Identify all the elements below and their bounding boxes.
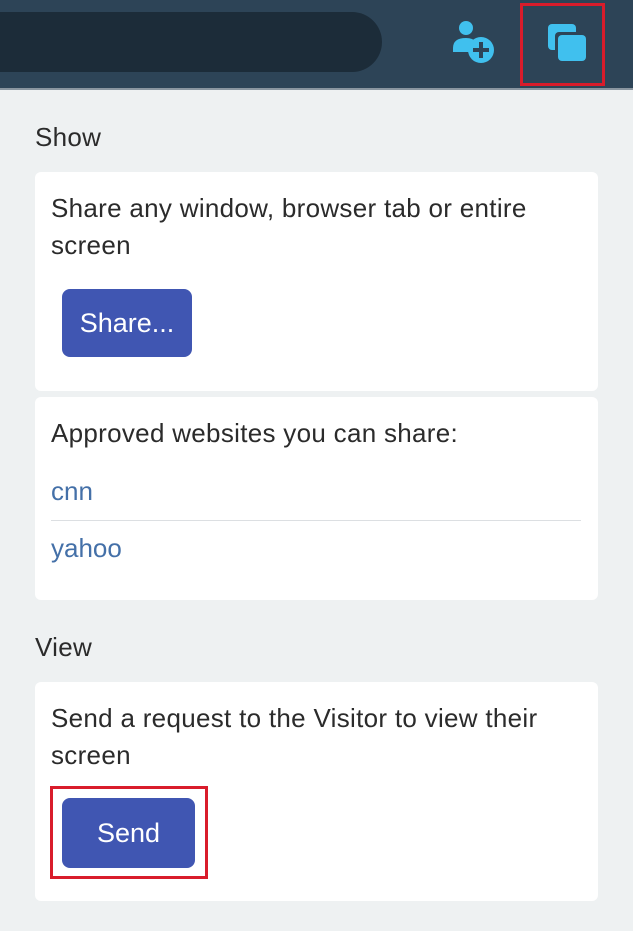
screen-share-panel: Show Share any window, browser tab or en…: [0, 0, 633, 931]
site-link-cnn[interactable]: cnn: [51, 476, 93, 507]
divider: [51, 520, 581, 521]
share-card: Share any window, browser tab or entire …: [35, 172, 598, 391]
approved-websites-heading: Approved websites you can share:: [51, 418, 459, 448]
screen-share-icon: [548, 24, 587, 62]
view-request-card: Send a request to the Visitor to view th…: [35, 682, 598, 901]
search-bar[interactable]: [0, 12, 382, 72]
top-bar: [0, 0, 633, 90]
approved-websites-card: Approved websites you can share: cnn yah…: [35, 397, 598, 600]
site-link-yahoo[interactable]: yahoo: [51, 533, 122, 564]
view-section-title: View: [35, 632, 93, 662]
add-participant-button[interactable]: [443, 12, 503, 72]
add-person-icon: [453, 21, 494, 63]
send-button[interactable]: Send: [62, 798, 195, 868]
share-button[interactable]: Share...: [62, 289, 192, 357]
show-section-title: Show: [35, 122, 102, 152]
view-request-description: Send a request to the Visitor to view th…: [51, 703, 538, 770]
share-screen-button[interactable]: [538, 14, 598, 74]
share-description: Share any window, browser tab or entire …: [51, 193, 527, 260]
